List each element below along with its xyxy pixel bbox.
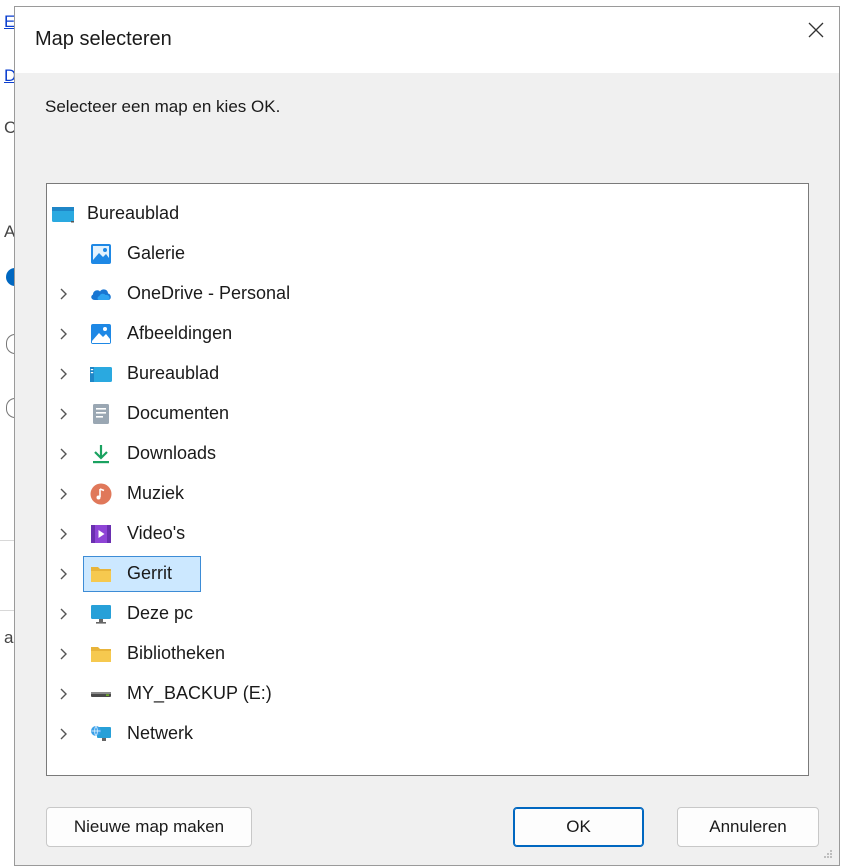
- tree-item-label: Gerrit: [127, 563, 172, 583]
- tree-item-bureaublad[interactable]: Bureaublad: [47, 354, 808, 394]
- chevron-right-icon[interactable]: [55, 286, 71, 302]
- tree-item-documenten[interactable]: Documenten: [47, 394, 808, 434]
- music-icon: [90, 483, 112, 505]
- tree-item-bureaublad-root[interactable]: Bureaublad: [47, 194, 808, 234]
- instruction-text: Selecteer een map en kies OK.: [45, 97, 281, 116]
- chevron-right-icon[interactable]: [55, 486, 71, 502]
- folder-picker-dialog: Map selecteren Selecteer een map en kies…: [14, 6, 840, 866]
- onedrive-cloud-icon: [91, 289, 111, 300]
- tree-item-gerrit[interactable]: Gerrit: [47, 554, 808, 594]
- dialog-title: Map selecteren: [35, 28, 172, 50]
- chevron-right-icon[interactable]: [55, 606, 71, 622]
- title-bar: Map selecteren: [15, 7, 839, 73]
- tree-item-label: OneDrive - Personal: [127, 283, 291, 303]
- tree-item-afbeeldingen[interactable]: Afbeeldingen: [47, 314, 808, 354]
- desktop-icon: [90, 367, 112, 382]
- chevron-right-icon[interactable]: [55, 526, 71, 542]
- tree-item-label: Downloads: [127, 443, 217, 463]
- tree-item-label: Afbeeldingen: [127, 323, 233, 343]
- background-divider: [0, 540, 14, 541]
- tree-item-label: Netwerk: [127, 723, 194, 743]
- tree-item-label: Deze pc: [127, 603, 194, 623]
- tree-item-muziek[interactable]: Muziek: [47, 474, 808, 514]
- background-text-fragment: a: [4, 628, 14, 647]
- tree-item-videos[interactable]: Video's: [47, 514, 808, 554]
- tree-item-onedrive[interactable]: OneDrive - Personal: [47, 274, 808, 314]
- chevron-right-icon[interactable]: [55, 566, 71, 582]
- download-arrow-icon: [93, 445, 109, 464]
- tree-item-deze-pc[interactable]: Deze pc: [47, 594, 808, 634]
- tree-item-my-backup[interactable]: MY_BACKUP (E:): [47, 674, 808, 714]
- tree-item-label: Bureaublad: [127, 363, 220, 383]
- network-icon: [91, 725, 111, 741]
- chevron-right-icon[interactable]: [55, 326, 71, 342]
- folder-icon: [91, 647, 111, 662]
- tree-item-galerie[interactable]: Galerie: [47, 234, 808, 274]
- folder-tree[interactable]: Bureaublad Galerie OneDrive - Personal A…: [46, 183, 809, 776]
- chevron-right-icon[interactable]: [55, 686, 71, 702]
- tree-item-label: Bibliotheken: [127, 643, 226, 663]
- tree-item-bibliotheken[interactable]: Bibliotheken: [47, 634, 808, 674]
- folder-icon: [91, 567, 111, 582]
- chevron-right-icon[interactable]: [55, 646, 71, 662]
- video-icon: [91, 525, 111, 543]
- drive-icon: [91, 692, 111, 697]
- background-divider: [0, 610, 14, 611]
- chevron-right-icon[interactable]: [55, 726, 71, 742]
- tree-item-label: Video's: [127, 523, 186, 543]
- documents-icon: [93, 404, 109, 424]
- chevron-right-icon[interactable]: [55, 406, 71, 422]
- new-folder-button[interactable]: Nieuwe map maken: [46, 807, 252, 847]
- desktop-icon: [52, 207, 74, 223]
- tree-item-label: Muziek: [127, 483, 185, 503]
- background-window-edge: E D C A a: [0, 0, 17, 868]
- tree-item-label: Galerie: [127, 243, 186, 263]
- close-button[interactable]: [793, 7, 839, 53]
- chevron-right-icon[interactable]: [55, 366, 71, 382]
- pictures-icon: [91, 324, 111, 344]
- resize-grip-icon[interactable]: [823, 849, 833, 859]
- ok-button[interactable]: OK: [513, 807, 644, 847]
- tree-item-label: MY_BACKUP (E:): [127, 683, 272, 703]
- cancel-button[interactable]: Annuleren: [677, 807, 819, 847]
- tree-item-downloads[interactable]: Downloads: [47, 434, 808, 474]
- monitor-icon: [91, 605, 111, 624]
- chevron-right-icon[interactable]: [55, 446, 71, 462]
- tree-item-label: Documenten: [127, 403, 230, 423]
- tree-item-label: Bureaublad: [87, 203, 180, 223]
- gallery-icon: [91, 244, 111, 264]
- tree-item-netwerk[interactable]: Netwerk: [47, 714, 808, 754]
- close-icon: [808, 22, 824, 38]
